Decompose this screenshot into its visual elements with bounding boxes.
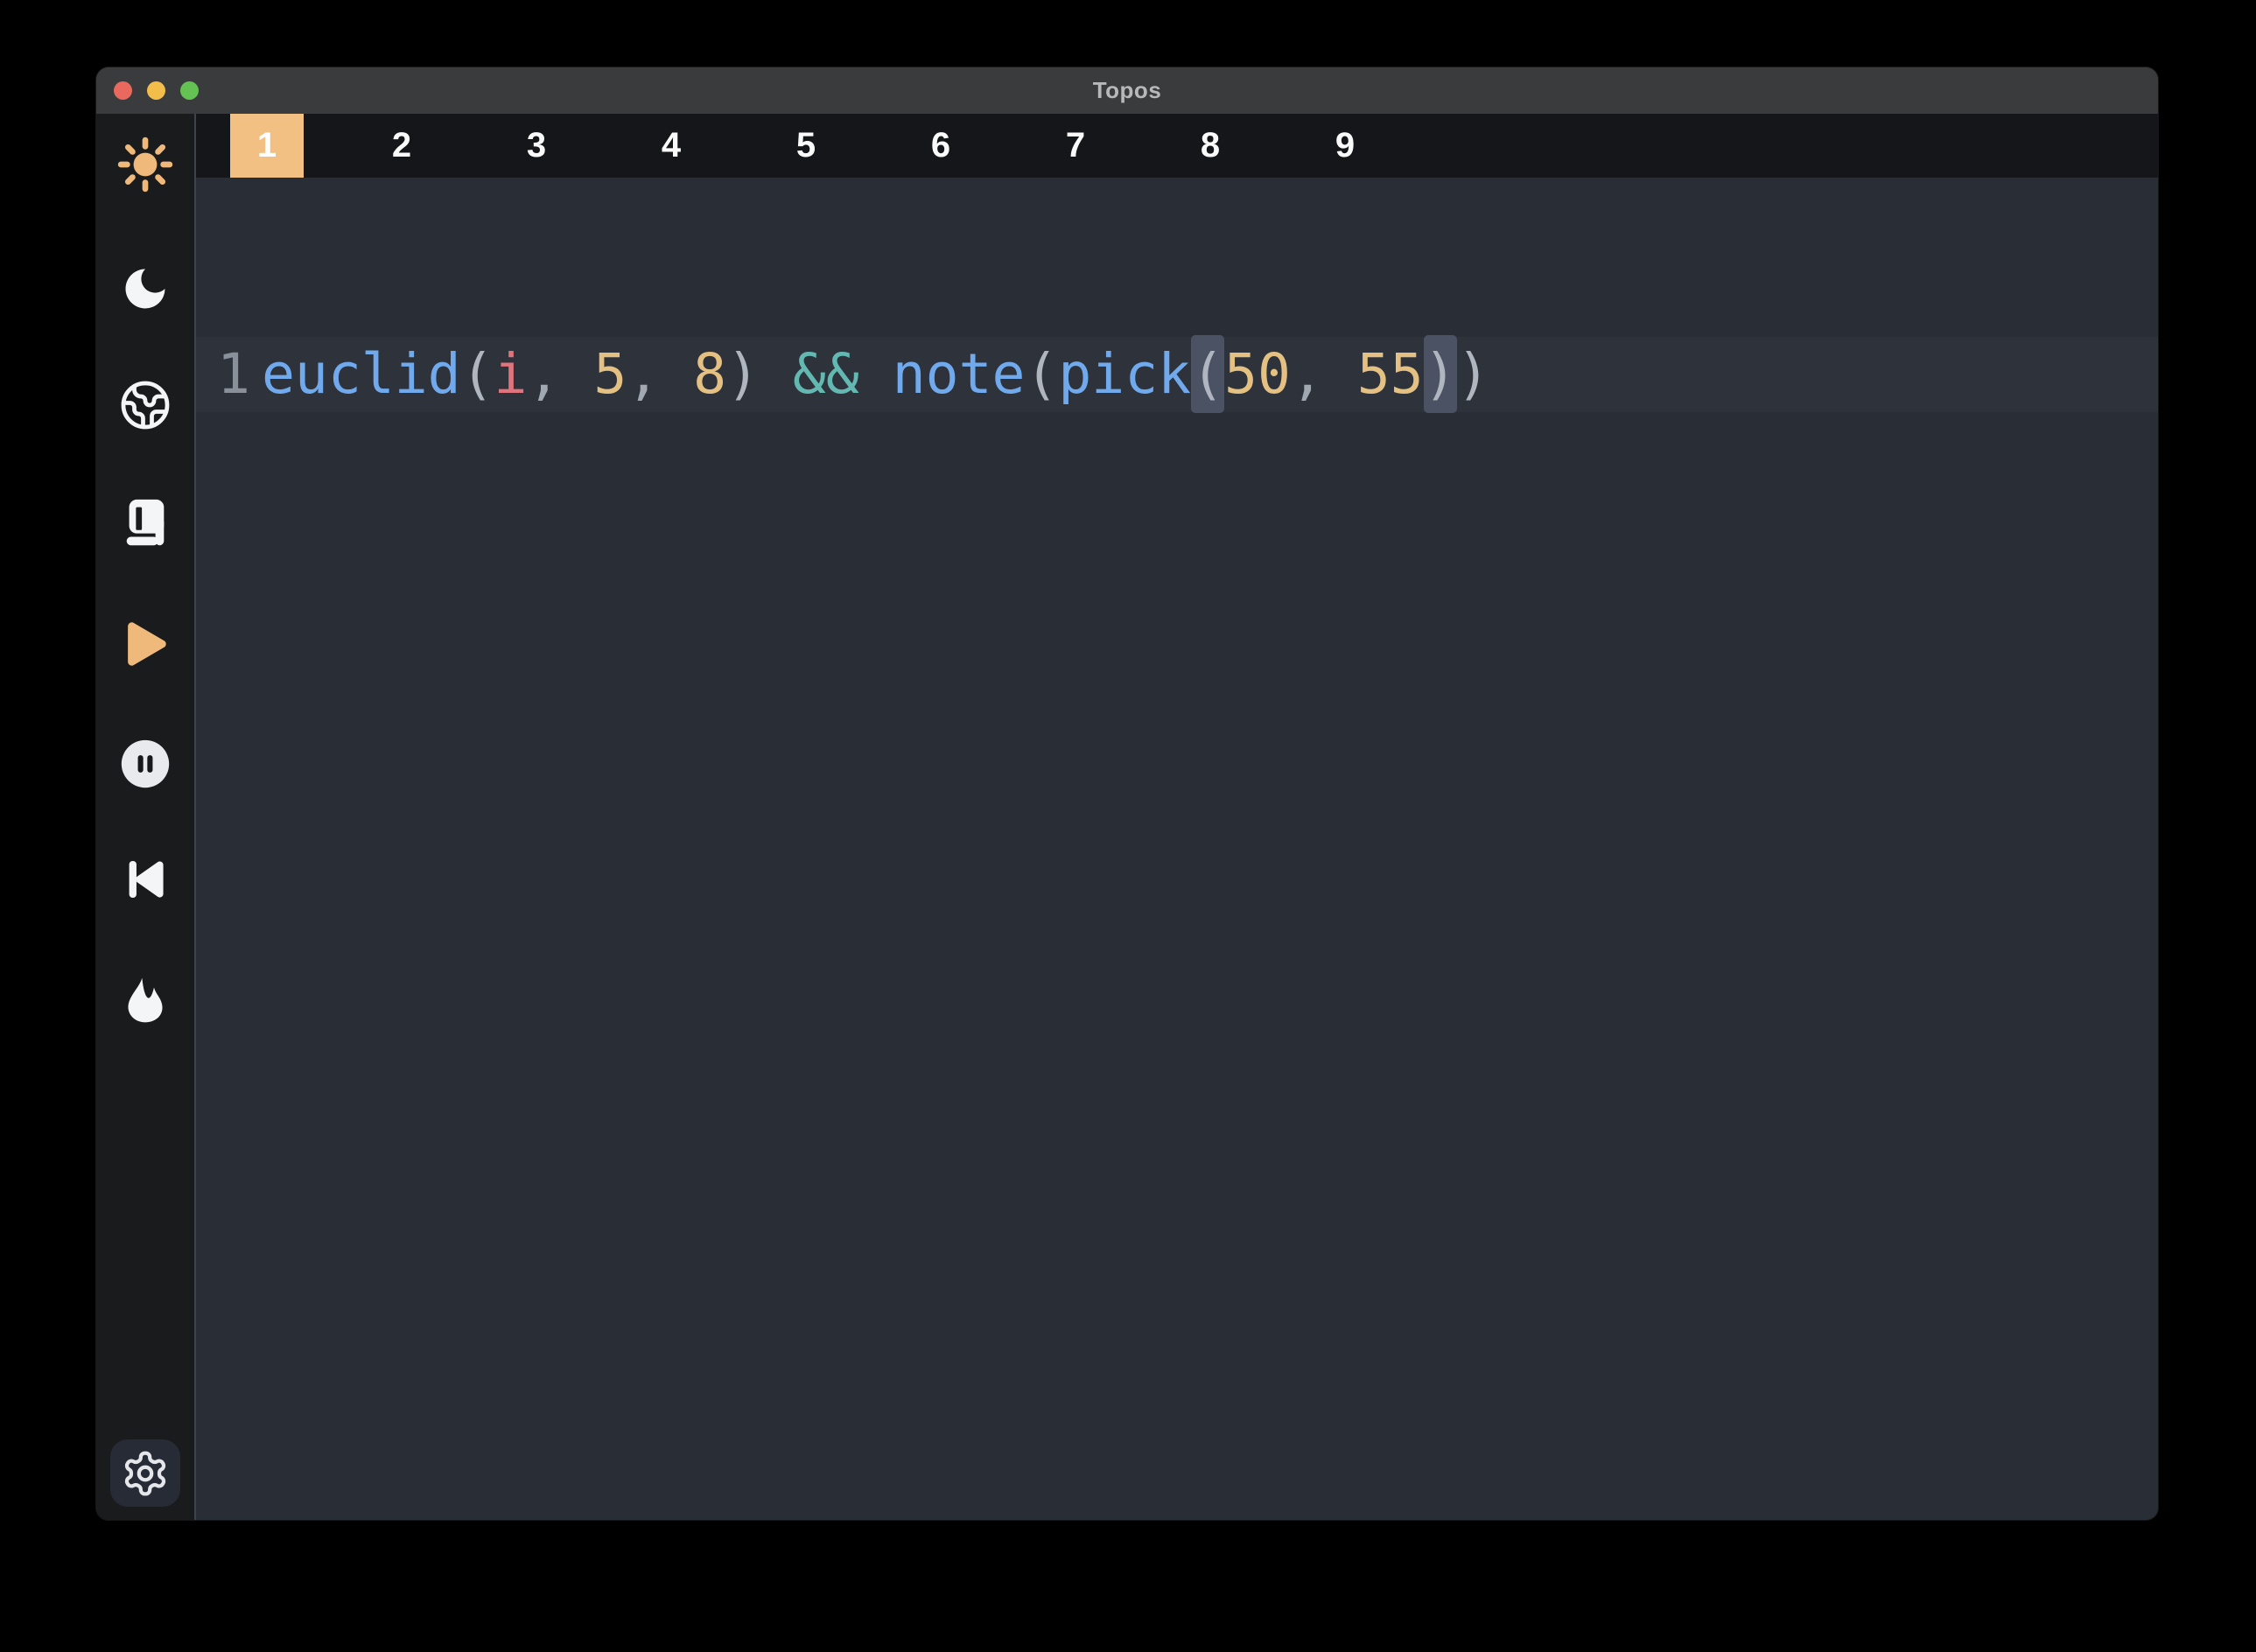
globe-icon [119, 379, 172, 431]
settings-button[interactable] [110, 1439, 180, 1507]
code-token: 5 [593, 342, 627, 406]
code-token: 50 [1224, 342, 1291, 406]
globe-button[interactable] [116, 376, 174, 434]
close-button[interactable] [114, 81, 132, 100]
book-icon [118, 497, 172, 551]
tab-6[interactable]: 6 [873, 114, 1008, 178]
code-text: euclid(i, 5, 8) && note(pick(50, 55)) [262, 337, 1489, 412]
code-token [760, 342, 793, 406]
tab-2[interactable]: 2 [334, 114, 469, 178]
code-token: ) [726, 342, 760, 406]
rewind-button[interactable] [116, 850, 174, 908]
code-editor[interactable]: 1 euclid(i, 5, 8) && note(pick(50, 55)) [196, 178, 2158, 1520]
tab-9[interactable]: 9 [1278, 114, 1412, 178]
titlebar[interactable]: Topos [96, 67, 2158, 114]
code-token: ( [1191, 335, 1224, 413]
code-token: 55 [1357, 342, 1424, 406]
play-icon [118, 617, 172, 671]
code-token: note [893, 342, 1026, 406]
gear-icon [121, 1449, 170, 1498]
play-button[interactable] [116, 615, 174, 673]
pause-circle-icon [119, 738, 172, 790]
pause-button[interactable] [116, 735, 174, 793]
sidebar [96, 114, 194, 1520]
tab-7[interactable]: 7 [1008, 114, 1143, 178]
docs-button[interactable] [116, 495, 174, 553]
code-token: , [1291, 342, 1357, 406]
minimize-button[interactable] [147, 81, 165, 100]
flame-icon [120, 975, 171, 1026]
tab-8[interactable]: 8 [1143, 114, 1278, 178]
light-theme-button[interactable] [116, 136, 174, 193]
code-token [859, 342, 893, 406]
main-panel: 123456789 1 euclid(i, 5, 8) && note(pick… [194, 114, 2158, 1520]
code-token: pick [1058, 342, 1191, 406]
code-token: && [793, 342, 859, 406]
traffic-lights [96, 81, 199, 100]
code-token: 8 [693, 342, 726, 406]
code-token: ) [1424, 335, 1457, 413]
tab-5[interactable]: 5 [739, 114, 873, 178]
skip-back-icon [121, 855, 170, 904]
dark-theme-button[interactable] [116, 260, 174, 318]
tab-1[interactable]: 1 [200, 114, 334, 178]
scene-tabbar: 123456789 [196, 114, 2158, 178]
code-token: , [527, 342, 593, 406]
code-token: euclid [262, 342, 461, 406]
tab-4[interactable]: 4 [604, 114, 739, 178]
moon-icon [119, 262, 172, 315]
flame-button[interactable] [116, 971, 174, 1029]
code-token: ) [1457, 342, 1490, 406]
tab-3[interactable]: 3 [469, 114, 604, 178]
code-token: ( [461, 342, 494, 406]
app-window: Topos [96, 67, 2158, 1520]
code-token: , [627, 342, 693, 406]
code-line-active[interactable]: 1 euclid(i, 5, 8) && note(pick(50, 55)) [196, 337, 2158, 412]
zoom-button[interactable] [180, 81, 199, 100]
code-token: i [494, 342, 528, 406]
window-title: Topos [96, 67, 2158, 114]
sun-icon [116, 136, 174, 193]
line-number: 1 [217, 337, 250, 412]
code-token: ( [1025, 342, 1058, 406]
window-content: 123456789 1 euclid(i, 5, 8) && note(pick… [96, 114, 2158, 1520]
